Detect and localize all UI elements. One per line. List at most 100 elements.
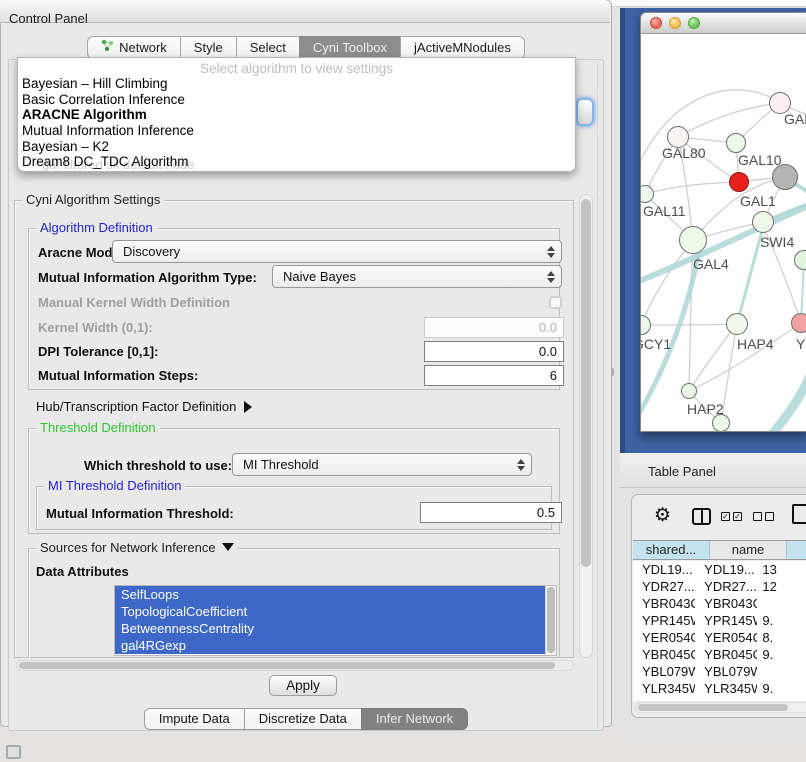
tab-cyni-toolbox[interactable]: Cyni Toolbox bbox=[299, 36, 401, 59]
scrollbar-thumb[interactable] bbox=[638, 704, 788, 711]
table-cell[interactable]: YDL19... bbox=[633, 561, 695, 578]
scrollbar-thumb[interactable] bbox=[19, 662, 555, 669]
algorithm-option-aracne-algorithm[interactable]: ARACNE Algorithm bbox=[18, 107, 575, 123]
bottom-tab-discretize-data[interactable]: Discretize Data bbox=[244, 708, 362, 730]
apply-button[interactable]: Apply bbox=[269, 675, 337, 696]
attribute-item-topologicalcoefficient[interactable]: TopologicalCoefficient bbox=[115, 603, 545, 620]
table-cell[interactable]: 9. bbox=[757, 680, 806, 697]
table-cell[interactable]: 9. bbox=[757, 646, 806, 663]
kernel-width-field[interactable]: 0.0 bbox=[424, 317, 564, 338]
tab-style[interactable]: Style bbox=[180, 36, 237, 59]
sources-title-disclosure[interactable]: Sources for Network Inference bbox=[36, 541, 238, 555]
table-row[interactable]: YBR043CYBR043C bbox=[633, 595, 806, 612]
aracne-mode-combo[interactable]: Discovery bbox=[112, 240, 562, 263]
algorithm-option-bayesian-k2[interactable]: Bayesian – K2 bbox=[18, 139, 575, 155]
deselect-all-checkboxes-icon[interactable] bbox=[753, 512, 774, 521]
table-cell[interactable]: YLR345W bbox=[695, 680, 757, 697]
table-cell[interactable] bbox=[757, 595, 806, 612]
gear-icon[interactable]: ⚙ bbox=[654, 506, 671, 525]
table-cell[interactable]: YDL19... bbox=[695, 561, 757, 578]
network-node-swi4[interactable] bbox=[752, 211, 774, 233]
table-horizontal-scrollbar[interactable] bbox=[635, 702, 806, 713]
algorithm-option-bayesian-hill-climbing[interactable]: Bayesian – Hill Climbing bbox=[18, 76, 575, 92]
network-node[interactable] bbox=[712, 414, 730, 432]
table-row[interactable]: YDR27...YDR27...12 bbox=[633, 578, 806, 595]
column-header-shared[interactable]: shared... bbox=[633, 541, 710, 559]
attribute-item-gal4rgexp[interactable]: gal4RGexp bbox=[115, 637, 545, 654]
settings-horizontal-scrollbar[interactable] bbox=[16, 660, 574, 671]
manual-kernel-width-checkbox[interactable] bbox=[549, 296, 562, 309]
network-node-gal1[interactable] bbox=[729, 172, 749, 192]
zoom-traffic-light[interactable] bbox=[688, 17, 700, 29]
bottom-tab-infer-network[interactable]: Infer Network bbox=[361, 708, 468, 730]
tab-select[interactable]: Select bbox=[236, 36, 300, 59]
table-cell[interactable]: YPR145W bbox=[633, 612, 695, 629]
dpi-tolerance-field[interactable]: 0.0 bbox=[424, 341, 564, 362]
table-row[interactable]: YBL079WYBL079W bbox=[633, 663, 806, 680]
bottom-tab-impute-data[interactable]: Impute Data bbox=[144, 708, 245, 730]
table-cell[interactable]: YBR045C bbox=[633, 646, 695, 663]
table-cell[interactable]: YDR27... bbox=[633, 578, 695, 595]
settings-vertical-scrollbar[interactable] bbox=[579, 194, 593, 658]
table-cell[interactable] bbox=[757, 663, 806, 680]
table-cell[interactable]: YER054C bbox=[695, 629, 757, 646]
data-attributes-list[interactable]: SelfLoopsTopologicalCoefficientBetweenne… bbox=[114, 585, 557, 656]
table-cell[interactable]: 9. bbox=[757, 612, 806, 629]
table-cell[interactable]: 13 bbox=[757, 561, 806, 578]
table-row[interactable]: YPR145WYPR145W9. bbox=[633, 612, 806, 629]
select-all-checkboxes-icon[interactable]: ✓✓ bbox=[721, 512, 742, 521]
mi-algorithm-type-combo[interactable]: Naive Bayes bbox=[272, 265, 562, 288]
minimize-traffic-light[interactable] bbox=[669, 17, 681, 29]
table-cell[interactable]: YBL079W bbox=[633, 663, 695, 680]
algorithm-option-dream8-dc-tdc-algorithm[interactable]: Dream8 DC_TDC Algorithm bbox=[18, 154, 575, 170]
network-window-titlebar[interactable] bbox=[641, 13, 806, 34]
network-canvas[interactable]: GALGAL80GAL10GAL1GAL11GAL4SWI4GCY1HAP4YH… bbox=[641, 35, 806, 432]
table-cell[interactable]: 9. bbox=[757, 697, 806, 701]
attribute-item-selfloops[interactable]: SelfLoops bbox=[115, 586, 545, 603]
tab-jactivemnodules[interactable]: jActiveMNodules bbox=[400, 36, 525, 59]
minimized-panel-icon[interactable] bbox=[6, 745, 21, 759]
mi-threshold-field[interactable]: 0.5 bbox=[420, 502, 562, 523]
algorithm-option-mutual-information-inference[interactable]: Mutual Information Inference bbox=[18, 123, 575, 139]
tab-network[interactable]: Network bbox=[87, 36, 181, 59]
table-cell[interactable]: YPR145W bbox=[695, 612, 757, 629]
scrollbar-thumb[interactable] bbox=[547, 587, 555, 653]
table-cell[interactable]: YBR043C bbox=[633, 595, 695, 612]
network-node-y[interactable] bbox=[791, 313, 806, 333]
new-table-icon[interactable] bbox=[792, 504, 806, 524]
network-node[interactable] bbox=[772, 164, 798, 190]
attributes-scrollbar[interactable] bbox=[545, 586, 556, 655]
algorithm-option-basic-correlation-inference[interactable]: Basic Correlation Inference bbox=[18, 92, 575, 108]
table-cell[interactable]: YDR27... bbox=[695, 578, 757, 595]
mi-steps-field[interactable]: 6 bbox=[424, 365, 564, 386]
network-node-hap2[interactable] bbox=[681, 383, 697, 399]
table-cell[interactable]: YIL052C bbox=[633, 697, 695, 701]
table-row[interactable]: YLR345WYLR345W9. bbox=[633, 680, 806, 697]
table-cell[interactable]: YER054C bbox=[633, 629, 695, 646]
close-traffic-light[interactable] bbox=[650, 17, 662, 29]
attribute-item-betweennesscentrality[interactable]: BetweennessCentrality bbox=[115, 620, 545, 637]
table-cell[interactable]: YBR045C bbox=[695, 646, 757, 663]
table-cell[interactable]: YLR345W bbox=[633, 680, 695, 697]
scrollbar-thumb[interactable] bbox=[581, 199, 591, 567]
column-header-name[interactable]: name bbox=[710, 541, 787, 559]
network-node-hap4[interactable] bbox=[726, 313, 748, 335]
table-cell[interactable]: 12 bbox=[757, 578, 806, 595]
network-node-gal4[interactable] bbox=[679, 226, 707, 254]
which-threshold-combo[interactable]: MI Threshold bbox=[232, 453, 532, 476]
table-cell[interactable]: YIL052C bbox=[695, 697, 757, 701]
table-cell[interactable]: YBR043C bbox=[695, 595, 757, 612]
hub-definition-disclosure[interactable]: Hub/Transcription Factor Definition bbox=[36, 399, 252, 414]
table-row[interactable]: YIL052CYIL052C9. bbox=[633, 697, 806, 701]
table-row[interactable]: YDL19...YDL19...13 bbox=[633, 561, 806, 578]
table-cell[interactable]: YBL079W bbox=[695, 663, 757, 680]
show-columns-icon[interactable] bbox=[692, 508, 711, 525]
table-row[interactable]: YER054CYER054C8. bbox=[633, 629, 806, 646]
background-combo-arrow-button[interactable] bbox=[576, 98, 594, 126]
network-view-window[interactable]: GALGAL80GAL10GAL1GAL11GAL4SWI4GCY1HAP4YH… bbox=[640, 12, 806, 432]
network-node-gal10[interactable] bbox=[726, 133, 746, 153]
column-header-a[interactable]: A bbox=[787, 541, 806, 559]
splitter-handle[interactable] bbox=[611, 368, 614, 376]
table-cell[interactable]: 8. bbox=[757, 629, 806, 646]
table-row[interactable]: YBR045CYBR045C9. bbox=[633, 646, 806, 663]
